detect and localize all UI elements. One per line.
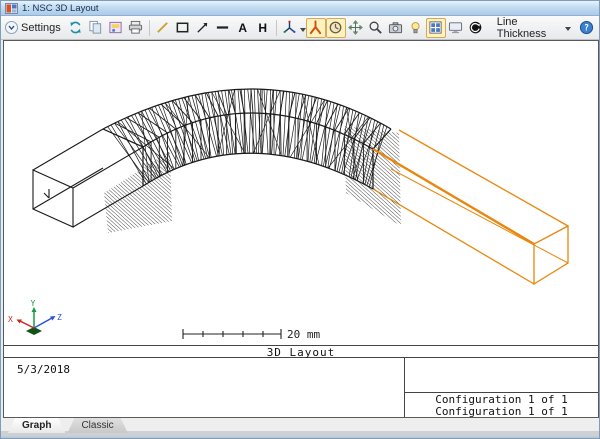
configuration-line: Configuration 1 of 1 (405, 394, 598, 406)
exit-box (373, 130, 568, 284)
split-window-button[interactable] (426, 18, 446, 38)
nsc-3d-layout-window: 1: NSC 3D Layout Settings (0, 0, 600, 439)
line-thickness-dropdown-icon (565, 22, 571, 34)
print-icon (128, 20, 143, 35)
window-title: 1: NSC 3D Layout (22, 3, 99, 14)
axis-triad: X Y Z (8, 299, 62, 335)
date-text: 5/3/2018 (17, 363, 70, 376)
zoom-button[interactable] (366, 18, 386, 38)
print-button[interactable] (126, 18, 146, 38)
monitor-icon (448, 20, 463, 35)
toolbar-separator (276, 20, 277, 36)
line-thickness-label: Line Thickness (497, 16, 561, 40)
tab-graph[interactable]: Graph (8, 418, 65, 433)
refresh-button[interactable] (66, 18, 86, 38)
tab-classic[interactable]: Classic (67, 418, 127, 433)
scale-bar-label: 20 mm (287, 328, 320, 341)
text-tool-icon: A (238, 22, 247, 34)
save-image-button[interactable] (106, 18, 126, 38)
dimension-tool-icon: H (258, 22, 267, 34)
rectangle-tool-button[interactable] (173, 18, 193, 38)
arrow-tool-button[interactable] (193, 18, 213, 38)
axis-z-label: Z (57, 313, 62, 322)
layout-title: 3D Layout (4, 345, 598, 358)
help-button[interactable]: ? (576, 18, 596, 38)
dash-tool-icon (215, 20, 230, 35)
dash-tool-button[interactable] (213, 18, 233, 38)
tab-graph-label: Graph (22, 420, 51, 431)
help-icon: ? (579, 20, 594, 35)
record-button[interactable] (466, 18, 486, 38)
text-tool-button[interactable]: A (233, 18, 253, 38)
refresh-icon (68, 20, 83, 35)
copy-button[interactable] (86, 18, 106, 38)
save-image-icon (108, 20, 123, 35)
pan-button[interactable] (346, 18, 366, 38)
axis-x-label: X (8, 315, 13, 324)
line-tool-icon (155, 20, 170, 35)
toolbar-separator (149, 20, 150, 36)
view-tab-bar: Graph Classic (1, 418, 599, 439)
toolbar: Settings (1, 16, 599, 40)
settings-label: Settings (21, 22, 61, 34)
camera-rotate-icon (328, 20, 343, 35)
dimension-tool-button[interactable]: H (253, 18, 273, 38)
lamp-icon (408, 20, 423, 35)
tab-classic-label: Classic (81, 420, 113, 431)
axis-orientation-dropdown-icon[interactable] (300, 19, 306, 37)
configuration-text-block: Configuration 1 of 1 Configuration 1 of … (405, 393, 598, 417)
window-icon (5, 3, 18, 14)
camera-rotate-button[interactable] (326, 18, 346, 38)
arrow-tool-icon (195, 20, 210, 35)
copy-icon (88, 20, 103, 35)
configuration-cell-empty (405, 358, 598, 393)
line-thickness-button[interactable]: Line Thickness (492, 14, 576, 42)
svg-text:?: ? (583, 23, 588, 33)
record-icon (468, 20, 483, 35)
lamp-button[interactable] (406, 18, 426, 38)
screenshot-icon (388, 20, 403, 35)
axis-orientation-button[interactable] (280, 18, 300, 38)
line-tool-button[interactable] (153, 18, 173, 38)
ray-hatch-patches (104, 126, 401, 233)
rectangle-tool-icon (175, 20, 190, 35)
view-3d-button[interactable] (306, 18, 326, 38)
monitor-button[interactable] (446, 18, 466, 38)
annotation-table: 5/3/2018 Configuration 1 of 1 Configurat… (4, 358, 598, 417)
triad-base (26, 327, 42, 335)
split-window-icon (428, 20, 443, 35)
layout-canvas[interactable]: X Y Z 20 mm 3D Layout 5/3/2018 (3, 40, 599, 418)
date-cell: 5/3/2018 (4, 358, 404, 417)
axis-orientation-icon (282, 20, 297, 35)
configuration-line: Configuration 1 of 1 (405, 406, 598, 418)
view-3d-icon (308, 20, 323, 35)
screenshot-button[interactable] (386, 18, 406, 38)
settings-button[interactable]: Settings (5, 21, 61, 34)
zoom-icon (368, 20, 383, 35)
scale-bar: 20 mm (183, 328, 320, 341)
settings-chevron-icon (5, 21, 18, 34)
axis-y-label: Y (31, 299, 36, 308)
pan-icon (348, 20, 363, 35)
configuration-cell: Configuration 1 of 1 Configuration 1 of … (404, 358, 598, 417)
